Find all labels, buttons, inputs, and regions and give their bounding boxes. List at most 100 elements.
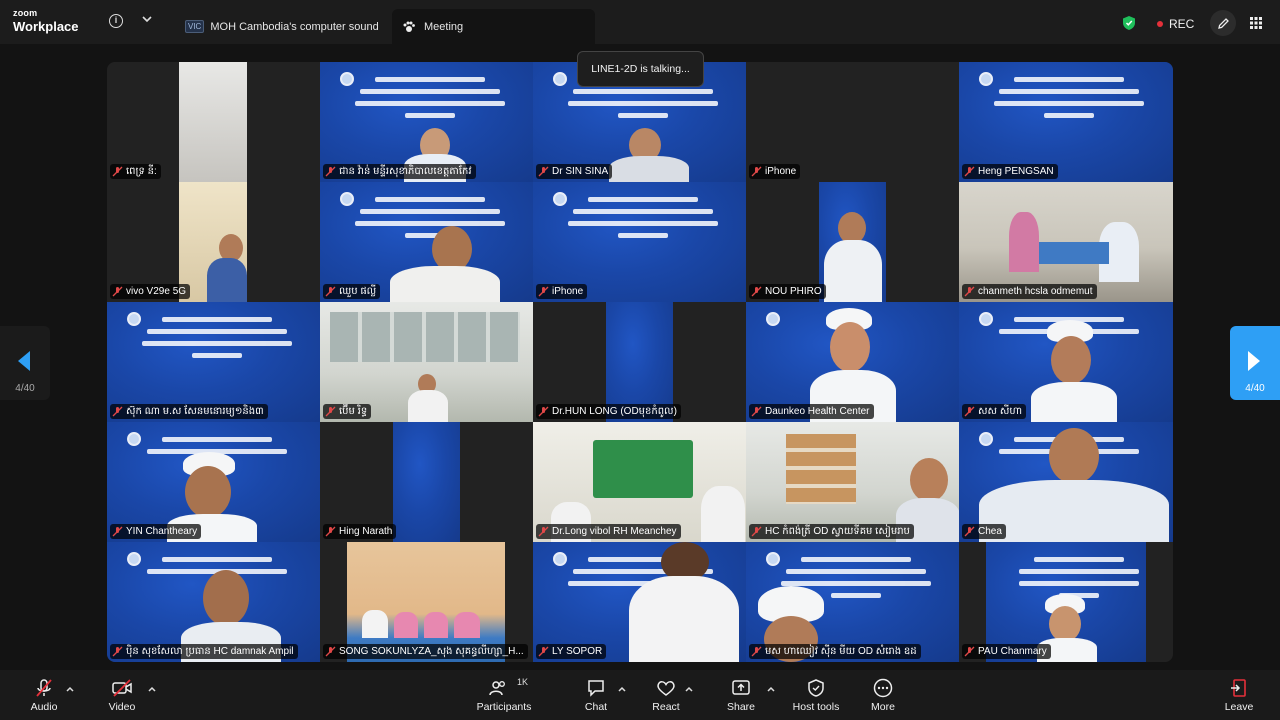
participant-tile[interactable]: ប៉ិន សុខសែលា ប្រធាន HC damnak Ampil: [107, 542, 320, 662]
participant-tile[interactable]: NOU PHIRO: [746, 182, 959, 302]
vc-badge: VIC: [185, 20, 205, 33]
react-button[interactable]: React: [650, 678, 682, 713]
participant-tile[interactable]: Chea: [959, 422, 1173, 542]
participant-tile[interactable]: Dr.HUN LONG (ODមុខកំពូល): [533, 302, 746, 422]
participant-label: Hing Narath: [323, 524, 397, 539]
person-body: [362, 610, 388, 638]
mic-muted-icon: [538, 166, 549, 177]
participant-name: Daunkeo Health Center: [765, 406, 870, 417]
view-layout-button[interactable]: [1243, 10, 1269, 36]
person-body: [390, 266, 500, 302]
participant-name: ប៊ើម រិទ្ធ: [339, 406, 368, 417]
more-button[interactable]: More: [866, 678, 900, 713]
react-label: React: [652, 701, 680, 713]
slide-text: [137, 550, 297, 574]
camera-off-icon: [112, 679, 132, 697]
share-button[interactable]: Share: [724, 678, 758, 713]
shield-icon: [808, 679, 824, 697]
mic-muted-icon: [325, 646, 336, 657]
participant-tile[interactable]: Heng PENGSAN: [959, 62, 1173, 182]
participant-tile[interactable]: iPhone: [533, 182, 746, 302]
participant-tile[interactable]: PAU Chanmary: [959, 542, 1173, 662]
chevron-up-icon[interactable]: [617, 684, 627, 694]
person-body: [207, 258, 247, 302]
tab-meeting[interactable]: Meeting: [392, 9, 595, 44]
chevron-down-icon[interactable]: [141, 13, 153, 25]
mic-muted-icon: [538, 646, 549, 657]
active-speaker-banner: LINE1-2D is talking...: [577, 51, 704, 87]
participant-label: PAU Chanmary: [962, 644, 1051, 659]
rec-dot-icon: [1157, 21, 1163, 27]
participant-tile[interactable]: ស៊ុក ណា ម.ស សែនមនោរម្យ១និង៣: [107, 302, 320, 422]
chevron-up-icon[interactable]: [65, 684, 75, 694]
slide-text: [137, 430, 297, 454]
chevron-up-icon[interactable]: [147, 684, 157, 694]
meeting-info-icon[interactable]: i: [109, 14, 123, 28]
tab-label: Meeting: [424, 20, 464, 33]
participant-tile[interactable]: chanmeth hcsla odmemut: [959, 182, 1173, 302]
participant-tile[interactable]: HC កំពង់ត្រី OD ស្វាយទីគម សៀមរាប: [746, 422, 959, 542]
slide-text: [563, 190, 723, 238]
participants-icon: [489, 681, 505, 696]
participant-label: ប៊ើម រិទ្ធ: [323, 404, 372, 419]
audio-button[interactable]: Audio: [28, 678, 60, 713]
video-button[interactable]: Video: [104, 678, 140, 713]
participant-tile[interactable]: YIN Chantheary: [107, 422, 320, 542]
recording-indicator[interactable]: REC: [1157, 17, 1194, 31]
arrow-left-icon: [18, 351, 30, 371]
participant-name: ពេទ្រ នី:: [126, 166, 157, 177]
participant-tile[interactable]: LY SOPOR: [533, 542, 746, 662]
person-body: [824, 240, 882, 302]
participant-tile[interactable]: មស ហាឈៀវ ស៊ីន មីយ OD សំរោង ឧដ: [746, 542, 959, 662]
wall-posters: [786, 434, 856, 504]
mic-muted-icon: [112, 166, 123, 177]
heart-icon: [657, 681, 675, 696]
page-indicator: 4/40: [1245, 383, 1265, 394]
participant-name: ស៊ុក ណា ម.ស សែនមនោរម្យ១និង៣: [126, 406, 264, 417]
video-feed: [179, 62, 247, 182]
mic-muted-icon: [325, 286, 336, 297]
participant-tile[interactable]: ប៊ើម រិទ្ធ: [320, 302, 533, 422]
chevron-up-icon[interactable]: [766, 684, 776, 694]
chat-button[interactable]: Chat: [580, 678, 612, 713]
person-body: [629, 576, 739, 662]
participant-tile[interactable]: iPhone: [746, 62, 959, 182]
mic-muted-icon: [964, 646, 975, 657]
participants-count: 1K: [517, 677, 529, 687]
person-head: [910, 458, 948, 502]
participant-label: ប៉ិន សុខសែលា ប្រធាន HC damnak Ampil: [110, 644, 298, 659]
participant-tile[interactable]: ឈួប ផល្លី: [320, 182, 533, 302]
participant-tile[interactable]: សស សីហា: [959, 302, 1173, 422]
annotate-button[interactable]: [1210, 10, 1236, 36]
slide-text: [350, 190, 510, 238]
participant-label: chanmeth hcsla odmemut: [962, 284, 1097, 299]
person-body: [424, 612, 448, 638]
participants-button[interactable]: 1K Participants: [474, 677, 534, 713]
participant-tile[interactable]: Daunkeo Health Center: [746, 302, 959, 422]
more-dots-icon: [873, 678, 893, 698]
mic-muted-icon: [325, 166, 336, 177]
chat-bubble-icon: [588, 680, 604, 697]
person-head: [203, 570, 249, 626]
host-tools-button[interactable]: Host tools: [790, 678, 842, 713]
next-page-button[interactable]: 4/40: [1230, 326, 1280, 400]
participant-tile[interactable]: ជាន វ៉ាន់ មន្ទីរសុខាភិបាលខេត្តតាកែវ: [320, 62, 533, 182]
tab-shared-sound[interactable]: VIC MOH Cambodia's computer sound: [175, 9, 390, 44]
participant-tile[interactable]: Hing Narath: [320, 422, 533, 542]
participant-tile[interactable]: Dr.Long vibol RH Meanchey: [533, 422, 746, 542]
participant-tile[interactable]: ពេទ្រ នី:: [107, 62, 320, 182]
participant-tile[interactable]: SONG SOKUNLYZA_សុង សុគន្ធលីហ្សា_H...: [320, 542, 533, 662]
participant-label: YIN Chantheary: [110, 524, 202, 539]
encryption-shield-icon[interactable]: [1122, 15, 1136, 31]
host-tools-label: Host tools: [792, 701, 840, 713]
participant-label: មស ហាឈៀវ ស៊ីន មីយ OD សំរោង ឧដ: [749, 644, 921, 659]
participant-tile[interactable]: vivo V29e 5G: [107, 182, 320, 302]
previous-page-button[interactable]: 4/40: [0, 326, 50, 400]
participant-label: Dr.HUN LONG (ODមុខកំពូល): [536, 404, 681, 419]
participant-name: NOU PHIRO: [765, 286, 822, 297]
chevron-up-icon[interactable]: [684, 684, 694, 694]
meeting-toolbar: Audio Video 1K Participants Chat React S…: [0, 670, 1280, 720]
leave-button[interactable]: Leave: [1222, 678, 1256, 713]
person-body: [454, 612, 480, 638]
zoom-workplace-logo: zoom Workplace: [13, 9, 79, 34]
